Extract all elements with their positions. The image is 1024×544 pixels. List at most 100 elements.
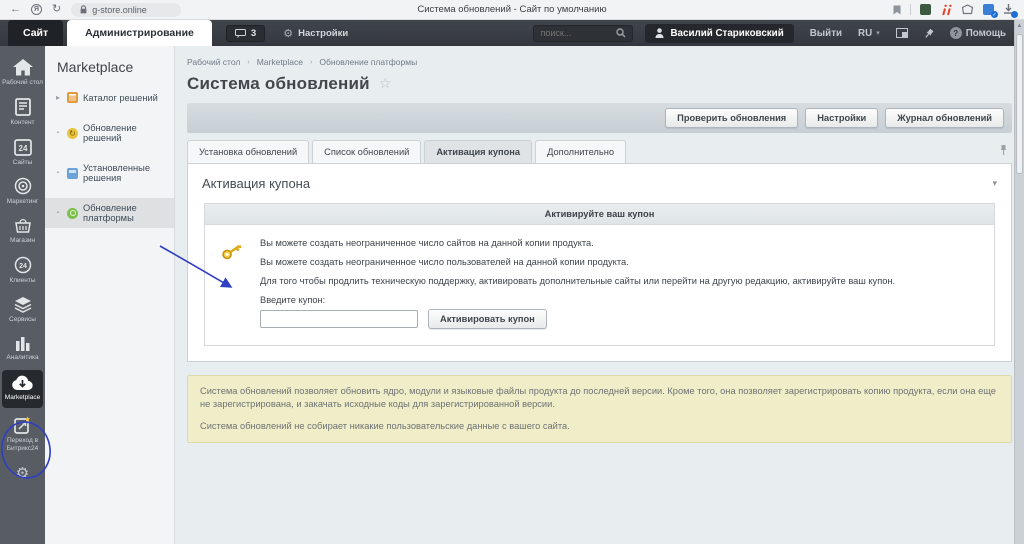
bitrix-extension-icon[interactable] xyxy=(940,4,952,16)
docs-extension-icon[interactable]: ✓ xyxy=(983,4,994,15)
coupon-info-line: Вы можете создать неограниченное число п… xyxy=(260,257,980,267)
key-icon xyxy=(219,238,247,329)
tabs-bar: Установка обновлений Список обновлений А… xyxy=(187,140,1012,163)
main-content: Рабочий стол › Marketplace › Обновление … xyxy=(175,46,1024,544)
activate-coupon-button[interactable]: Активировать купон xyxy=(428,309,547,329)
divider xyxy=(910,4,911,15)
menu-item-solutions-update[interactable]: ▪ Обновление решений xyxy=(45,118,174,148)
tab-updates-list[interactable]: Список обновлений xyxy=(312,140,421,163)
calendar-24-icon: 24 xyxy=(14,138,32,156)
lock-icon xyxy=(80,5,87,14)
help-button[interactable]: ? Помощь xyxy=(950,27,1006,39)
sidebar-item-desktop[interactable]: Рабочий стол xyxy=(0,54,45,93)
expand-arrow-icon[interactable]: ▸ xyxy=(54,93,62,102)
scrollbar-thumb[interactable] xyxy=(1016,34,1023,174)
notice-paragraph: Система обновлений позволяет обновить яд… xyxy=(200,385,999,412)
section-title: Активация купона xyxy=(202,176,310,191)
sidebar-item-bitrix24[interactable]: Переход в Битрикс24 xyxy=(0,411,45,459)
sidebar-item-marketing[interactable]: Маркетинг xyxy=(0,172,45,212)
breadcrumb-marketplace[interactable]: Marketplace xyxy=(257,57,303,67)
site-view-tab[interactable]: Сайт xyxy=(8,20,63,46)
window-icon xyxy=(896,28,908,38)
gear-icon: ⚙ xyxy=(16,464,29,482)
sidebar-item-marketplace[interactable]: Marketplace xyxy=(2,370,43,408)
layers-icon xyxy=(14,296,32,313)
question-icon: ? xyxy=(950,27,962,39)
menu-title: Marketplace xyxy=(45,46,174,87)
basket-icon xyxy=(14,217,32,234)
settings-menu-button[interactable]: ⚙ Настройки xyxy=(283,27,348,40)
breadcrumb: Рабочий стол › Marketplace › Обновление … xyxy=(187,57,1012,67)
back-icon[interactable]: ← xyxy=(10,4,21,15)
logout-button[interactable]: Выйти xyxy=(810,28,842,39)
sidebar-settings[interactable]: ⚙ xyxy=(0,459,45,482)
breadcrumb-platform-update: Обновление платформы xyxy=(319,57,417,67)
catalog-icon xyxy=(67,92,78,103)
browser-bar: ← Я ↻ g-store.online Система обновлений … xyxy=(0,0,1024,20)
tab-additional[interactable]: Дополнительно xyxy=(535,140,626,163)
downloads-icon[interactable] xyxy=(1003,4,1014,15)
desktop-mode-button[interactable] xyxy=(896,28,908,38)
menu-item-platform-update[interactable]: ▪ Обновление платформы xyxy=(45,198,174,228)
pin-icon xyxy=(999,144,1008,156)
sidebar-item-shop[interactable]: Магазин xyxy=(0,212,45,251)
pin-form-button[interactable] xyxy=(999,144,1012,159)
icon-sidebar: Рабочий стол Контент 24 Сайты Маркетинг … xyxy=(0,46,45,544)
coupon-input[interactable] xyxy=(260,310,418,328)
breadcrumb-separator-icon: › xyxy=(247,59,249,66)
bullet-icon: ▪ xyxy=(54,130,62,136)
platform-update-icon xyxy=(67,208,78,219)
adblock-extension-icon[interactable] xyxy=(920,4,931,15)
coupon-box: Активируйте ваш купон Вы можете создать … xyxy=(204,203,995,346)
breadcrumb-separator-icon: › xyxy=(310,59,312,66)
update-log-button[interactable]: Журнал обновлений xyxy=(885,108,1004,128)
scroll-up-icon[interactable]: ▲ xyxy=(1015,20,1024,29)
bookmark-icon[interactable] xyxy=(893,5,901,15)
browser-circle-icon[interactable]: Я xyxy=(31,4,42,15)
sticker-extension-icon[interactable] xyxy=(961,4,974,15)
search-input[interactable] xyxy=(540,28,612,38)
refresh-icon[interactable]: ↻ xyxy=(52,4,61,15)
marketplace-menu-panel: Marketplace ▸ Каталог решений ▪ Обновлен… xyxy=(45,46,175,544)
address-bar[interactable]: g-store.online xyxy=(71,3,181,17)
page-title: Система обновлений xyxy=(187,74,370,94)
sidebar-item-analytics[interactable]: Аналитика xyxy=(0,330,45,368)
menu-item-installed-solutions[interactable]: ▪ Установленные решения xyxy=(45,158,174,188)
url-text: g-store.online xyxy=(92,5,147,15)
tab-install-updates[interactable]: Установка обновлений xyxy=(187,140,309,163)
cloud-download-icon xyxy=(11,375,34,391)
sidebar-item-services[interactable]: Сервисы xyxy=(0,291,45,330)
svg-text:24: 24 xyxy=(18,144,27,153)
document-icon xyxy=(15,98,31,116)
page-scrollbar[interactable]: ▲ xyxy=(1014,20,1024,544)
breadcrumb-desktop[interactable]: Рабочий стол xyxy=(187,57,240,67)
gear-icon: ⚙ xyxy=(283,27,293,40)
settings-button[interactable]: Настройки xyxy=(805,108,878,128)
collapse-chevron-icon[interactable]: ▾ xyxy=(992,178,997,189)
admin-top-bar: Сайт Администрирование 3 ⚙ Настройки Вас… xyxy=(0,20,1024,46)
notifications-button[interactable]: 3 xyxy=(226,25,265,42)
sidebar-item-sites[interactable]: 24 Сайты xyxy=(0,133,45,173)
pin-icon xyxy=(921,26,936,41)
tab-coupon-activation[interactable]: Активация купона xyxy=(424,140,532,163)
coupon-activation-panel: Активация купона ▾ Активируйте ваш купон… xyxy=(187,163,1012,362)
sidebar-item-clients[interactable]: 24 Клиенты xyxy=(0,251,45,291)
update-system-notice: Система обновлений позволяет обновить яд… xyxy=(187,375,1012,443)
admin-search-box[interactable] xyxy=(533,25,633,42)
language-selector[interactable]: RU ▾ xyxy=(858,28,880,39)
favorite-star-icon[interactable]: ☆ xyxy=(379,76,392,92)
menu-item-solutions-catalog[interactable]: ▸ Каталог решений xyxy=(45,87,174,108)
download-badge-icon xyxy=(1011,11,1018,18)
check-updates-button[interactable]: Проверить обновления xyxy=(665,108,798,128)
coupon-box-header: Активируйте ваш купон xyxy=(205,204,994,225)
search-icon[interactable] xyxy=(616,28,626,38)
notification-icon xyxy=(235,29,246,38)
administration-tab[interactable]: Администрирование xyxy=(67,20,212,46)
pin-panel-button[interactable] xyxy=(924,28,934,39)
bitrix24-icon xyxy=(14,416,32,434)
page-toolbar: Проверить обновления Настройки Журнал об… xyxy=(187,103,1012,133)
help-label: Помощь xyxy=(966,28,1006,39)
sidebar-item-content[interactable]: Контент xyxy=(0,93,45,133)
svg-text:24: 24 xyxy=(19,263,27,270)
user-menu-button[interactable]: Василий Стариковский xyxy=(645,24,793,43)
